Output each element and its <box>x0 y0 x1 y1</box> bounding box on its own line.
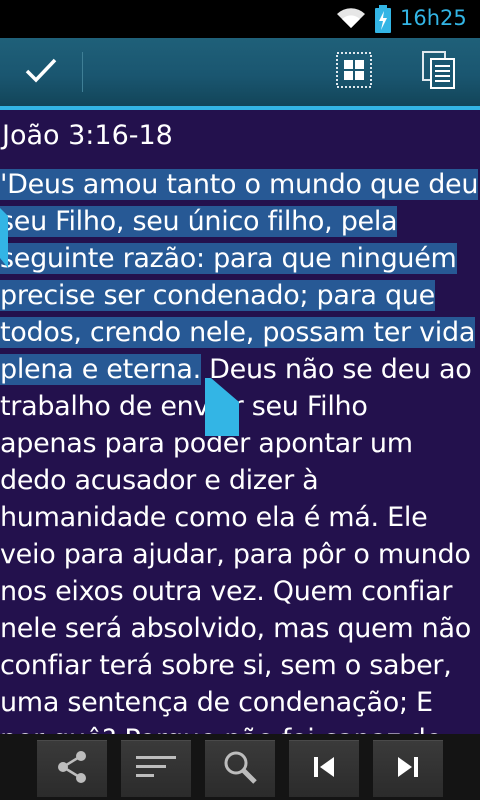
unselected-text: trabalho de enviar seu Filho <box>0 391 368 422</box>
verse-line: nele será absolvido, mas quem não <box>0 610 480 647</box>
unselected-text: Deus não se deu ao <box>200 354 472 385</box>
verse-line: veio para ajudar, para pôr o mundo <box>0 536 480 573</box>
select-all-button[interactable] <box>322 38 386 106</box>
unselected-text: veio para ajudar, para pôr o mundo <box>0 539 471 570</box>
unselected-text: nele será absolvido, mas quem não <box>0 613 471 644</box>
selected-text: seu Filho, seu único filho, pela <box>0 206 398 237</box>
verse-line: nos eixos outra vez. Quem confiar <box>0 573 480 610</box>
search-button[interactable] <box>205 740 275 797</box>
status-bar: 16h25 <box>0 0 480 38</box>
selection-start-handle[interactable] <box>0 208 8 272</box>
battery-charging-icon <box>374 5 392 37</box>
selected-text: 'Deus amou tanto o mundo que deu <box>0 169 479 200</box>
verse-line: todos, crendo nele, possam ter vida <box>0 314 480 351</box>
share-button[interactable] <box>37 740 107 797</box>
unselected-text: por quê? Porque não foi capaz de <box>0 724 442 734</box>
sort-lines-icon <box>136 752 176 786</box>
verse-content[interactable]: João 3:16-18 'Deus amou tanto o mundo qu… <box>0 110 480 734</box>
verse-line: seu Filho, seu único filho, pela <box>0 203 480 240</box>
verse-line: precise ser condenado; para que <box>0 277 480 314</box>
verse-line: 'Deus amou tanto o mundo que deu <box>0 166 480 203</box>
checkmark-icon <box>24 56 58 88</box>
selected-text: precise ser condenado; para que <box>0 280 435 311</box>
selected-text: seguinte razão: para que ninguém <box>0 243 457 274</box>
selection-end-handle[interactable] <box>205 378 241 442</box>
verse-line: humanidade como ela é má. Ele <box>0 499 480 536</box>
skip-previous-icon <box>312 755 336 783</box>
unselected-text: uma sentença de condenação; E <box>0 687 433 718</box>
wifi-icon <box>336 6 366 34</box>
verse-line: uma sentença de condenação; E <box>0 684 480 721</box>
verse-line: confiar terá sobre si, sem o saber, <box>0 647 480 684</box>
next-button[interactable] <box>373 740 443 797</box>
verse-line: dedo acusador e dizer à <box>0 462 480 499</box>
unselected-text: nos eixos outra vez. Quem confiar <box>0 576 453 607</box>
unselected-text: confiar terá sobre si, sem o saber, <box>0 650 452 681</box>
verse-line: seguinte razão: para que ninguém <box>0 240 480 277</box>
clock-time: 16h25 <box>400 6 467 30</box>
copy-button[interactable] <box>404 38 474 106</box>
selected-text: plena e eterna. <box>0 354 201 385</box>
verse-reference: João 3:16-18 <box>2 120 173 151</box>
unselected-text: humanidade como ela é má. Ele <box>0 502 428 533</box>
unselected-text: dedo acusador e dizer à <box>0 465 319 496</box>
format-button[interactable] <box>121 740 191 797</box>
selection-action-bar <box>0 38 480 106</box>
search-icon <box>222 749 258 789</box>
previous-button[interactable] <box>289 740 359 797</box>
copy-icon <box>421 50 457 94</box>
done-button[interactable] <box>0 38 82 106</box>
share-icon <box>54 749 90 789</box>
select-all-icon <box>335 51 373 93</box>
selected-text: todos, crendo nele, possam ter vida <box>0 317 476 348</box>
action-bar-divider <box>82 52 83 92</box>
bottom-toolbar <box>0 734 480 800</box>
skip-next-icon <box>396 755 420 783</box>
verse-text[interactable]: 'Deus amou tanto o mundo que deu seu Filh… <box>0 166 480 734</box>
verse-line: por quê? Porque não foi capaz de <box>0 721 480 734</box>
